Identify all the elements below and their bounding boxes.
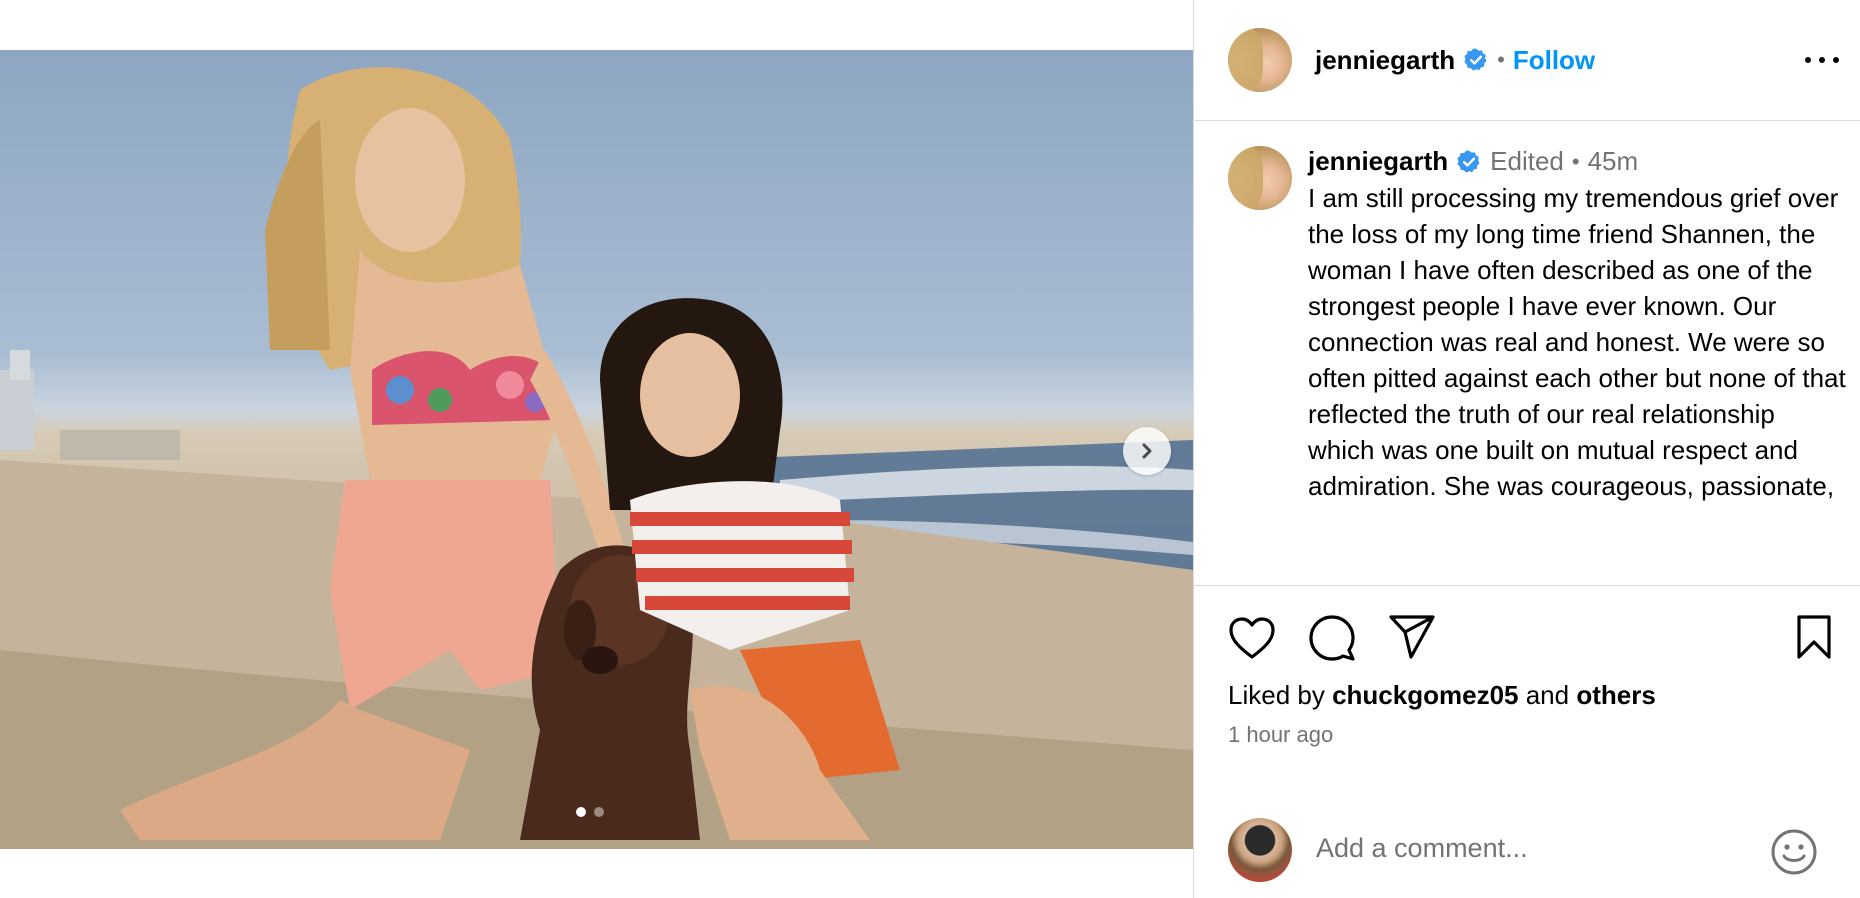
author-avatar[interactable] (1228, 28, 1292, 92)
carousel-indicator (576, 807, 604, 817)
paper-plane-icon[interactable] (1388, 614, 1436, 660)
comment-bar (1194, 798, 1860, 898)
post-time[interactable]: 45m (1588, 146, 1639, 177)
emoji-icon[interactable] (1770, 828, 1818, 876)
post-side-panel: jenniegarth • Follow jenniegarth Edited … (1193, 0, 1860, 898)
author-row: jenniegarth • Follow (1315, 42, 1595, 78)
post-actions: Liked by chuckgomez05 and others 1 hour … (1194, 585, 1860, 898)
posted-ago[interactable]: 1 hour ago (1228, 722, 1333, 748)
caption-header: jenniegarth Edited • 45m (1308, 146, 1638, 177)
liked-by-and: and (1525, 680, 1570, 710)
liked-by-line: Liked by chuckgomez05 and others (1228, 680, 1656, 711)
caption-text: I am still processing my tremendous grie… (1308, 183, 1846, 501)
verified-badge-icon (1464, 48, 1487, 71)
caption-author-avatar[interactable] (1228, 146, 1292, 210)
media-panel (0, 0, 1193, 898)
comment-input[interactable] (1316, 828, 1756, 868)
follow-button[interactable]: Follow (1513, 45, 1595, 76)
post-header: jenniegarth • Follow (1194, 0, 1860, 121)
verified-badge-icon (1457, 150, 1480, 173)
bookmark-icon[interactable] (1794, 614, 1834, 660)
carousel-dot-active (576, 807, 586, 817)
beach-photo-illustration (0, 67, 1193, 849)
current-user-avatar (1228, 818, 1292, 882)
liked-by-others[interactable]: others (1576, 680, 1655, 710)
liked-by-prefix: Liked by (1228, 680, 1325, 710)
edited-label: Edited (1490, 146, 1564, 176)
heart-icon[interactable] (1228, 616, 1276, 660)
carousel-dot (594, 807, 604, 817)
caption-username[interactable]: jenniegarth (1308, 146, 1448, 177)
comment-icon[interactable] (1308, 614, 1356, 662)
separator-dot: • (1497, 47, 1505, 72)
liked-by-user[interactable]: chuckgomez05 (1332, 680, 1518, 710)
chevron-right-icon (1142, 443, 1152, 459)
carousel-next-button[interactable] (1123, 427, 1171, 475)
more-options-icon[interactable] (1805, 48, 1839, 72)
post-photo[interactable] (0, 50, 1193, 849)
separator-dot: • (1571, 148, 1580, 174)
author-username[interactable]: jenniegarth (1315, 45, 1455, 76)
caption-area: jenniegarth Edited • 45m I am still proc… (1194, 122, 1860, 584)
